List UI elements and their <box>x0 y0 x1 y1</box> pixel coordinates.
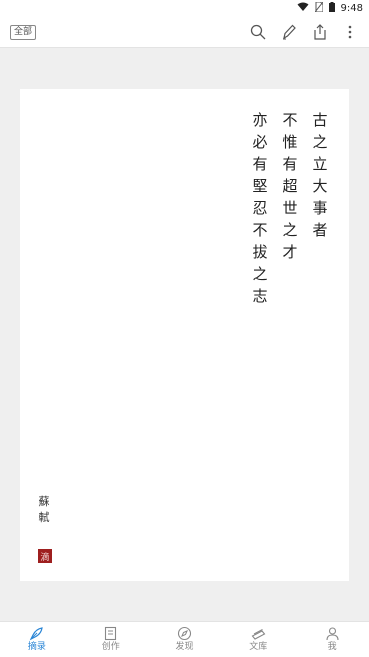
poem-char: 超 <box>282 177 298 195</box>
poem-char: 必 <box>252 133 268 151</box>
toolbar: 全部 <box>0 16 369 48</box>
nav-label: 我 <box>327 642 337 652</box>
poem-char: 忍 <box>252 199 268 217</box>
poem-char: 拔 <box>252 243 268 261</box>
nav-label: 创作 <box>101 642 120 652</box>
share-icon[interactable] <box>311 23 329 41</box>
status-bar: 9:48 <box>0 0 369 16</box>
nav-label: 摘录 <box>27 642 46 652</box>
poem-char: 不 <box>282 111 298 129</box>
quill-icon <box>29 626 44 641</box>
pen-icon[interactable] <box>280 23 298 41</box>
poem-column: 不惟有超世之才 <box>281 109 299 307</box>
poem-char: 者 <box>312 221 328 239</box>
nav-item-library[interactable]: 文库 <box>221 622 295 657</box>
poem-char: 有 <box>282 155 298 173</box>
poem-char: 大 <box>312 177 328 195</box>
no-sim-icon <box>314 1 324 15</box>
author-name: 蘇軾 <box>37 494 51 526</box>
search-icon[interactable] <box>249 23 267 41</box>
books-icon <box>251 626 266 641</box>
poem-char: 惟 <box>282 133 298 151</box>
more-vertical-icon[interactable] <box>341 23 359 41</box>
author-char: 蘇 <box>38 495 50 508</box>
nav-label: 文库 <box>249 642 268 652</box>
wifi-icon <box>297 2 309 15</box>
user-icon <box>325 626 340 641</box>
poem-char: 古 <box>312 111 328 129</box>
poem-char: 堅 <box>252 177 268 195</box>
author-char: 軾 <box>38 511 50 524</box>
poem-char: 之 <box>252 265 268 283</box>
quote-card[interactable]: 古之立大事者 不惟有超世之才 亦必有堅忍不拔之志 蘇軾 滴 <box>20 89 349 581</box>
nav-item-me[interactable]: 我 <box>295 622 369 657</box>
poem-char: 立 <box>312 155 328 173</box>
battery-icon <box>328 1 335 15</box>
nav-label: 发现 <box>175 642 194 652</box>
nav-item-create[interactable]: 创作 <box>74 622 148 657</box>
nav-item-discover[interactable]: 发现 <box>148 622 222 657</box>
poem-char: 亦 <box>252 111 268 129</box>
seal-stamp: 滴 <box>38 549 52 563</box>
nav-item-excerpt[interactable]: 摘录 <box>0 622 74 657</box>
filter-all-button[interactable]: 全部 <box>10 25 37 40</box>
poem-char: 之 <box>282 221 298 239</box>
poem-column: 古之立大事者 <box>311 109 329 307</box>
poem-char: 才 <box>282 243 298 261</box>
status-time: 9:48 <box>340 2 363 14</box>
compass-icon <box>177 626 192 641</box>
poem-column: 亦必有堅忍不拔之志 <box>251 109 269 307</box>
notebook-icon <box>103 626 118 641</box>
poem-char: 事 <box>312 199 328 217</box>
poem-char: 之 <box>312 133 328 151</box>
bottom-nav: 摘录 创作 发现 文库 我 <box>0 621 369 657</box>
poem-char: 世 <box>282 199 298 217</box>
poem-text: 古之立大事者 不惟有超世之才 亦必有堅忍不拔之志 <box>251 109 329 307</box>
poem-char: 志 <box>252 287 268 305</box>
poem-char: 有 <box>252 155 268 173</box>
poem-char: 不 <box>252 221 268 239</box>
